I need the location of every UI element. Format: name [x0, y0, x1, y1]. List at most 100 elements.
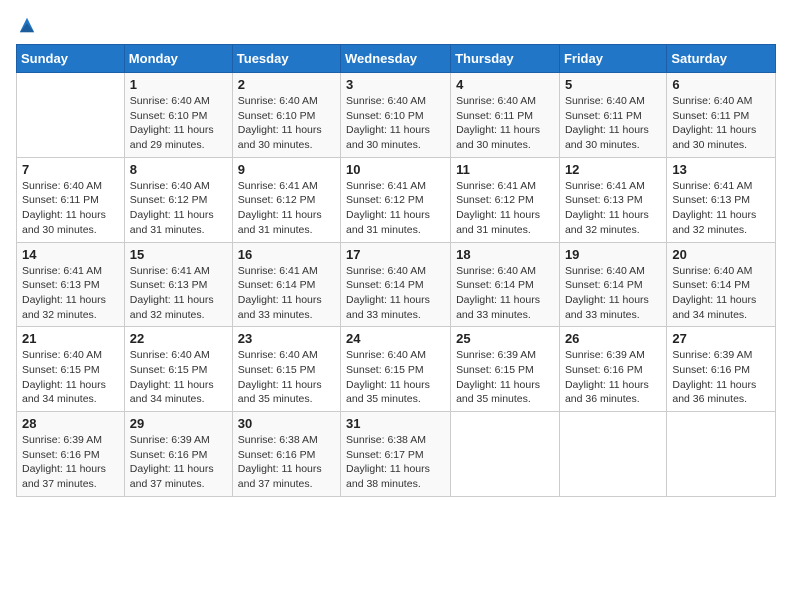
day-number: 10 [346, 162, 445, 177]
calendar-cell: 31 Sunrise: 6:38 AMSunset: 6:17 PMDayligh… [341, 412, 451, 497]
calendar-cell: 10 Sunrise: 6:41 AMSunset: 6:12 PMDayligh… [341, 157, 451, 242]
day-number: 18 [456, 247, 554, 262]
calendar-cell: 29 Sunrise: 6:39 AMSunset: 6:16 PMDayligh… [124, 412, 232, 497]
weekday-header: Saturday [667, 45, 776, 73]
calendar-cell: 15Sunrise: 6:41 AMSunset: 6:13 PMDayligh… [124, 242, 232, 327]
day-info: Sunrise: 6:40 AMSunset: 6:15 PMDaylight:… [22, 348, 119, 407]
calendar-cell: 26 Sunrise: 6:39 AMSunset: 6:16 PMDayligh… [559, 327, 666, 412]
day-info: Sunrise: 6:39 AMSunset: 6:16 PMDaylight:… [672, 348, 770, 407]
calendar-cell: 7Sunrise: 6:40 AMSunset: 6:11 PMDaylight… [17, 157, 125, 242]
weekday-header: Monday [124, 45, 232, 73]
day-info: Sunrise: 6:38 AMSunset: 6:17 PMDaylight:… [346, 433, 445, 492]
day-info: Sunrise: 6:40 AMSunset: 6:10 PMDaylight:… [130, 94, 227, 153]
calendar-cell: 25 Sunrise: 6:39 AMSunset: 6:15 PMDayligh… [451, 327, 560, 412]
day-info: Sunrise: 6:40 AMSunset: 6:15 PMDaylight:… [238, 348, 335, 407]
logo [16, 16, 38, 34]
day-info: Sunrise: 6:39 AMSunset: 6:15 PMDaylight:… [456, 348, 554, 407]
day-number: 30 [238, 416, 335, 431]
day-number: 12 [565, 162, 661, 177]
calendar-cell: 5 Sunrise: 6:40 AMSunset: 6:11 PMDaylight… [559, 73, 666, 158]
weekday-header: Thursday [451, 45, 560, 73]
day-number: 1 [130, 77, 227, 92]
calendar-cell: 3 Sunrise: 6:40 AMSunset: 6:10 PMDaylight… [341, 73, 451, 158]
page-header [16, 16, 776, 34]
calendar-cell: 1 Sunrise: 6:40 AMSunset: 6:10 PMDaylight… [124, 73, 232, 158]
day-number: 3 [346, 77, 445, 92]
day-info: Sunrise: 6:38 AMSunset: 6:16 PMDaylight:… [238, 433, 335, 492]
calendar-week-row: 7Sunrise: 6:40 AMSunset: 6:11 PMDaylight… [17, 157, 776, 242]
weekday-header: Friday [559, 45, 666, 73]
day-info: Sunrise: 6:40 AMSunset: 6:14 PMDaylight:… [346, 264, 445, 323]
calendar-cell [451, 412, 560, 497]
calendar-cell: 20 Sunrise: 6:40 AMSunset: 6:14 PMDayligh… [667, 242, 776, 327]
day-number: 22 [130, 331, 227, 346]
day-info: Sunrise: 6:41 AMSunset: 6:12 PMDaylight:… [346, 179, 445, 238]
calendar-cell: 17 Sunrise: 6:40 AMSunset: 6:14 PMDayligh… [341, 242, 451, 327]
day-number: 4 [456, 77, 554, 92]
day-info: Sunrise: 6:40 AMSunset: 6:11 PMDaylight:… [672, 94, 770, 153]
weekday-header-row: SundayMondayTuesdayWednesdayThursdayFrid… [17, 45, 776, 73]
day-info: Sunrise: 6:41 AMSunset: 6:12 PMDaylight:… [238, 179, 335, 238]
day-info: Sunrise: 6:40 AMSunset: 6:11 PMDaylight:… [456, 94, 554, 153]
day-number: 28 [22, 416, 119, 431]
day-number: 31 [346, 416, 445, 431]
day-number: 8 [130, 162, 227, 177]
weekday-header: Sunday [17, 45, 125, 73]
day-number: 21 [22, 331, 119, 346]
day-number: 6 [672, 77, 770, 92]
day-number: 23 [238, 331, 335, 346]
calendar-cell: 19 Sunrise: 6:40 AMSunset: 6:14 PMDayligh… [559, 242, 666, 327]
calendar-cell: 11Sunrise: 6:41 AMSunset: 6:12 PMDayligh… [451, 157, 560, 242]
weekday-header: Wednesday [341, 45, 451, 73]
day-info: Sunrise: 6:40 AMSunset: 6:14 PMDaylight:… [565, 264, 661, 323]
day-number: 27 [672, 331, 770, 346]
day-number: 26 [565, 331, 661, 346]
calendar-cell: 22 Sunrise: 6:40 AMSunset: 6:15 PMDayligh… [124, 327, 232, 412]
day-info: Sunrise: 6:40 AMSunset: 6:11 PMDaylight:… [565, 94, 661, 153]
calendar-cell [667, 412, 776, 497]
day-info: Sunrise: 6:39 AMSunset: 6:16 PMDaylight:… [130, 433, 227, 492]
day-number: 15 [130, 247, 227, 262]
day-info: Sunrise: 6:39 AMSunset: 6:16 PMDaylight:… [565, 348, 661, 407]
day-info: Sunrise: 6:41 AMSunset: 6:13 PMDaylight:… [22, 264, 119, 323]
calendar-cell: 2Sunrise: 6:40 AMSunset: 6:10 PMDaylight… [232, 73, 340, 158]
day-number: 14 [22, 247, 119, 262]
day-number: 17 [346, 247, 445, 262]
logo-icon [18, 16, 36, 34]
day-number: 5 [565, 77, 661, 92]
calendar-cell: 24 Sunrise: 6:40 AMSunset: 6:15 PMDayligh… [341, 327, 451, 412]
day-info: Sunrise: 6:41 AMSunset: 6:13 PMDaylight:… [565, 179, 661, 238]
day-info: Sunrise: 6:40 AMSunset: 6:11 PMDaylight:… [22, 179, 119, 238]
calendar-cell: 9Sunrise: 6:41 AMSunset: 6:12 PMDaylight… [232, 157, 340, 242]
calendar-week-row: 14 Sunrise: 6:41 AMSunset: 6:13 PMDayligh… [17, 242, 776, 327]
calendar-cell: 13Sunrise: 6:41 AMSunset: 6:13 PMDayligh… [667, 157, 776, 242]
day-info: Sunrise: 6:40 AMSunset: 6:12 PMDaylight:… [130, 179, 227, 238]
weekday-header: Tuesday [232, 45, 340, 73]
day-info: Sunrise: 6:41 AMSunset: 6:14 PMDaylight:… [238, 264, 335, 323]
day-number: 24 [346, 331, 445, 346]
day-number: 19 [565, 247, 661, 262]
day-info: Sunrise: 6:40 AMSunset: 6:10 PMDaylight:… [346, 94, 445, 153]
calendar-cell [17, 73, 125, 158]
calendar-cell: 14 Sunrise: 6:41 AMSunset: 6:13 PMDayligh… [17, 242, 125, 327]
day-number: 2 [238, 77, 335, 92]
day-number: 29 [130, 416, 227, 431]
calendar-cell: 8 Sunrise: 6:40 AMSunset: 6:12 PMDaylight… [124, 157, 232, 242]
day-number: 20 [672, 247, 770, 262]
day-number: 25 [456, 331, 554, 346]
calendar-cell: 21 Sunrise: 6:40 AMSunset: 6:15 PMDayligh… [17, 327, 125, 412]
calendar-cell: 30 Sunrise: 6:38 AMSunset: 6:16 PMDayligh… [232, 412, 340, 497]
day-info: Sunrise: 6:40 AMSunset: 6:15 PMDaylight:… [130, 348, 227, 407]
day-number: 13 [672, 162, 770, 177]
calendar-cell: 23 Sunrise: 6:40 AMSunset: 6:15 PMDayligh… [232, 327, 340, 412]
calendar-week-row: 21 Sunrise: 6:40 AMSunset: 6:15 PMDayligh… [17, 327, 776, 412]
calendar-cell: 12 Sunrise: 6:41 AMSunset: 6:13 PMDayligh… [559, 157, 666, 242]
calendar-table: SundayMondayTuesdayWednesdayThursdayFrid… [16, 44, 776, 497]
day-info: Sunrise: 6:41 AMSunset: 6:12 PMDaylight:… [456, 179, 554, 238]
day-info: Sunrise: 6:40 AMSunset: 6:15 PMDaylight:… [346, 348, 445, 407]
calendar-cell: 18Sunrise: 6:40 AMSunset: 6:14 PMDayligh… [451, 242, 560, 327]
day-info: Sunrise: 6:40 AMSunset: 6:14 PMDaylight:… [672, 264, 770, 323]
day-number: 16 [238, 247, 335, 262]
calendar-cell: 28Sunrise: 6:39 AMSunset: 6:16 PMDayligh… [17, 412, 125, 497]
calendar-cell: 27 Sunrise: 6:39 AMSunset: 6:16 PMDayligh… [667, 327, 776, 412]
